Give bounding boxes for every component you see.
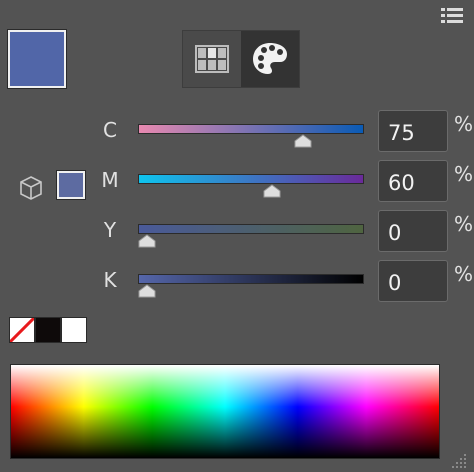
cube-icon[interactable] (18, 175, 44, 201)
resize-grip-icon[interactable] (452, 452, 468, 468)
swatches-grid-icon (195, 45, 229, 73)
slider-track-m[interactable] (138, 174, 364, 184)
white-swatch[interactable] (61, 317, 87, 343)
percent-label-k: % (454, 262, 474, 286)
percent-label-c: % (454, 112, 474, 136)
value-input-m[interactable]: 60 (378, 160, 448, 202)
none-swatch[interactable] (9, 317, 35, 343)
tab-swatches[interactable] (183, 31, 241, 87)
slider-thumb-c[interactable] (294, 134, 312, 148)
slider-thumb-m[interactable] (263, 184, 281, 198)
channel-label-m: M (101, 168, 119, 192)
black-swatch[interactable] (35, 317, 61, 343)
slider-track-k[interactable] (138, 274, 364, 284)
channel-label-c: C (103, 118, 117, 142)
palette-icon (253, 43, 287, 74)
view-tabs (182, 30, 300, 88)
closest-color-swatch[interactable] (56, 170, 86, 200)
color-spectrum[interactable] (10, 364, 440, 459)
fill-color-swatch[interactable] (7, 29, 67, 89)
tab-color-picker[interactable] (241, 31, 299, 87)
percent-label-m: % (454, 162, 474, 186)
none-slash-icon (10, 318, 34, 342)
channel-label-y: Y (103, 218, 117, 242)
slider-track-c[interactable] (138, 124, 364, 134)
slider-track-y[interactable] (138, 224, 364, 234)
slider-thumb-y[interactable] (138, 234, 156, 248)
panel-menu-icon[interactable] (440, 6, 464, 24)
slider-thumb-k[interactable] (138, 284, 156, 298)
value-input-c[interactable]: 75 (378, 110, 448, 152)
channel-label-k: K (103, 268, 117, 292)
value-input-y[interactable]: 0 (378, 210, 448, 252)
percent-label-y: % (454, 212, 474, 236)
value-input-k[interactable]: 0 (378, 260, 448, 302)
